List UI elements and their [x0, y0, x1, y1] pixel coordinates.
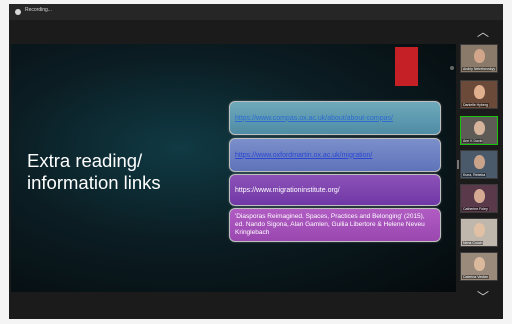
participant-tile[interactable]: Ann K David — [460, 116, 498, 145]
link-compas[interactable]: https://www.compas.ox.ac.uk/about/about-… — [229, 101, 441, 135]
participant-name: Danielle Hyberg — [462, 103, 489, 107]
participant-tile[interactable]: Nena Couch — [460, 218, 498, 247]
zoom-meeting-window: Recording... Extra reading/ information … — [9, 4, 503, 319]
recording-label: Recording... — [25, 7, 52, 13]
shared-slide: Extra reading/ information links https:/… — [11, 44, 456, 292]
recording-dot-icon — [15, 9, 21, 15]
reading-reference-text: 'Diasporas Reimagined. Spaces, Practices… — [235, 213, 425, 236]
participant-tile[interactable]: Catherine Foley — [460, 184, 498, 213]
link-migrationinstitute-text: https://www.migrationinstitute.org/ — [235, 186, 340, 194]
participant-name: Catherine Foley — [462, 207, 489, 211]
link-oxfordmartin-text: https://www.oxfordmartin.ox.ac.uk/migrat… — [235, 151, 373, 159]
link-migrationinstitute[interactable]: https://www.migrationinstitute.org/ — [229, 174, 441, 206]
participant-name: Kuna, Rebeka — [462, 173, 487, 177]
participant-tile[interactable]: Danielle Hyberg — [460, 80, 498, 109]
link-compas-text: https://www.compas.ox.ac.uk/about/about-… — [235, 114, 393, 122]
participant-name: Andriy Netrebovskyy — [462, 67, 497, 71]
participant-video — [474, 155, 485, 169]
participant-video — [474, 257, 485, 271]
reading-reference: 'Diasporas Reimagined. Spaces, Practices… — [229, 208, 441, 242]
panel-resize-handle[interactable] — [457, 160, 459, 169]
participant-video — [474, 85, 485, 99]
slide-dot — [450, 66, 454, 70]
participant-name: Nena Couch — [462, 241, 484, 245]
participant-video — [474, 223, 485, 237]
participant-video — [474, 121, 485, 135]
chevron-down-icon[interactable]: ﹀ — [477, 291, 489, 303]
top-bar: Recording... — [9, 4, 503, 20]
participant-video — [474, 189, 485, 203]
participant-name: Caterina Vesfan — [462, 275, 489, 279]
slide-title: Extra reading/ information links — [27, 150, 161, 193]
participant-video — [474, 49, 485, 63]
participant-tile[interactable]: Kuna, Rebeka — [460, 150, 498, 179]
participant-tile[interactable]: Caterina Vesfan — [460, 252, 498, 281]
link-oxfordmartin[interactable]: https://www.oxfordmartin.ox.ac.uk/migrat… — [229, 138, 441, 172]
participant-tile[interactable]: Andriy Netrebovskyy — [460, 44, 498, 73]
slide-red-accent — [395, 47, 418, 86]
chevron-up-icon[interactable]: ︿ — [477, 26, 489, 38]
participant-name: Ann K David — [462, 139, 484, 143]
